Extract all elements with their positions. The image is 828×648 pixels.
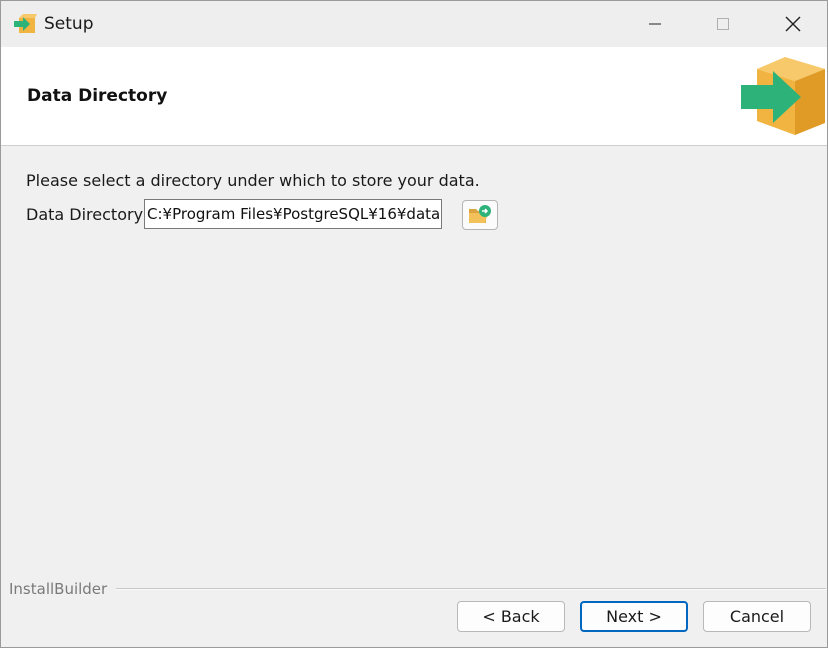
close-button[interactable] — [759, 1, 827, 47]
next-button[interactable]: Next > — [580, 601, 688, 632]
browse-button[interactable] — [462, 200, 498, 230]
footer-divider — [116, 588, 826, 590]
installer-box-logo — [741, 57, 825, 135]
window-title: Setup — [44, 14, 94, 34]
title-bar[interactable]: Setup — [1, 1, 827, 47]
setup-window: Setup Data Directory Please select a dir… — [0, 0, 828, 648]
instruction-text: Please select a directory under which to… — [26, 171, 480, 190]
maximize-icon — [717, 18, 729, 30]
minimize-button[interactable] — [621, 1, 689, 47]
back-button[interactable]: < Back — [457, 601, 565, 632]
app-icon — [14, 14, 37, 33]
data-directory-input[interactable] — [144, 199, 442, 229]
maximize-button[interactable] — [689, 1, 757, 47]
cancel-button[interactable]: Cancel — [703, 601, 811, 632]
minimize-icon — [649, 23, 661, 25]
folder-browse-icon — [469, 205, 491, 223]
data-directory-label: Data Directory — [26, 205, 144, 224]
page-header: Data Directory — [1, 47, 827, 146]
page-title: Data Directory — [27, 86, 168, 106]
close-icon — [785, 16, 801, 32]
installbuilder-brand: InstallBuilder — [9, 580, 108, 598]
